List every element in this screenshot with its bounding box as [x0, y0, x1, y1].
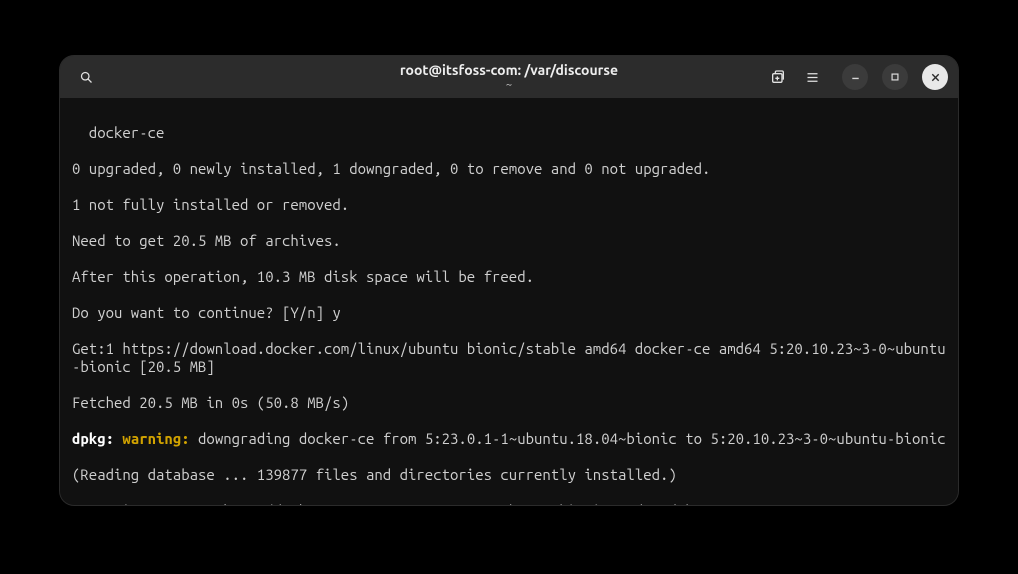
hamburger-menu-button[interactable] [796, 62, 828, 92]
output-line: dpkg: warning: downgrading docker-ce fro… [72, 430, 946, 448]
search-button[interactable] [70, 62, 102, 92]
warning-text: downgrading docker-ce from 5:23.0.1-1~ub… [190, 430, 946, 447]
dpkg-label: dpkg: [72, 430, 114, 447]
search-icon [79, 70, 94, 85]
maximize-button[interactable] [882, 64, 908, 90]
output-line: Fetched 20.5 MB in 0s (50.8 MB/s) [72, 394, 946, 412]
output-line: (Reading database ... 139877 files and d… [72, 466, 946, 484]
hamburger-icon [805, 70, 820, 85]
output-line: Need to get 20.5 MB of archives. [72, 232, 946, 250]
maximize-icon [890, 72, 900, 82]
minimize-button[interactable] [842, 64, 868, 90]
terminal-body[interactable]: docker-ce 0 upgraded, 0 newly installed,… [60, 98, 958, 505]
titlebar: root@itsfoss-com: /var/discourse ~ [60, 56, 958, 98]
terminal-window: root@itsfoss-com: /var/discourse ~ docke… [60, 56, 958, 505]
new-tab-icon [770, 69, 786, 85]
output-line: 0 upgraded, 0 newly installed, 1 downgra… [72, 160, 946, 178]
close-icon [930, 72, 941, 83]
output-line: Preparing to unpack .../docker-ce_5%3a20… [72, 502, 946, 505]
minimize-icon [850, 72, 861, 83]
window-title: root@itsfoss-com: /var/discourse ~ [400, 63, 618, 90]
warning-label: warning: [114, 430, 190, 447]
output-line: Get:1 https://download.docker.com/linux/… [72, 340, 946, 376]
title-sub: ~ [400, 79, 618, 91]
new-tab-button[interactable] [762, 62, 794, 92]
output-line: Do you want to continue? [Y/n] y [72, 304, 946, 322]
output-line: After this operation, 10.3 MB disk space… [72, 268, 946, 286]
output-line: docker-ce [72, 124, 946, 142]
title-main: root@itsfoss-com: /var/discourse [400, 62, 618, 78]
output-line: 1 not fully installed or removed. [72, 196, 946, 214]
close-button[interactable] [922, 64, 948, 90]
